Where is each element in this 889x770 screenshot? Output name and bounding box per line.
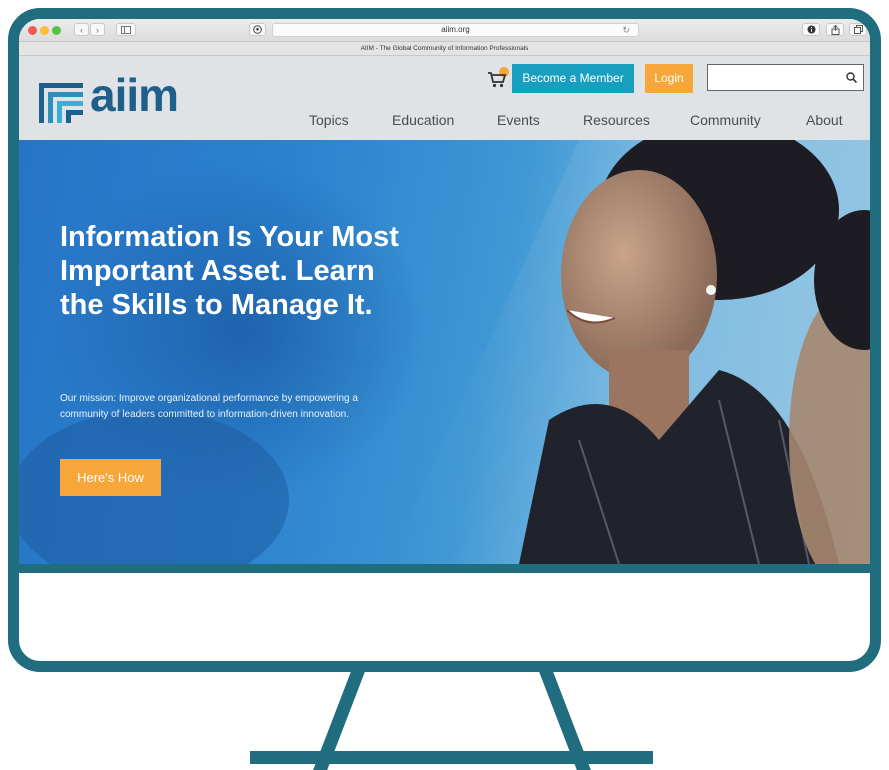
hero-banner: Information Is Your Most Important Asset… (19, 140, 870, 564)
nav-item-community[interactable]: Community (690, 112, 761, 128)
sidebar-icon (121, 26, 131, 34)
hero-photo (19, 140, 870, 564)
nav-item-education[interactable]: Education (392, 112, 454, 128)
nav-item-about[interactable]: About (806, 112, 843, 128)
browser-toolbar: ‹ › aiim.org ↻ (19, 19, 870, 42)
screen-bezel-divider (19, 564, 870, 573)
pinterest-icon (253, 25, 262, 34)
become-member-button[interactable]: Become a Member (512, 64, 634, 93)
share-icon (831, 24, 839, 35)
info-button[interactable] (802, 23, 820, 36)
info-icon (807, 25, 815, 34)
login-button[interactable]: Login (645, 64, 693, 93)
tabs-icon (853, 25, 863, 34)
hero-title: Information Is Your Most Important Asset… (60, 221, 399, 321)
heres-how-button[interactable]: Here's How (60, 459, 161, 496)
nav-item-topics[interactable]: Topics (309, 112, 349, 128)
search-box (707, 64, 864, 91)
forward-button[interactable]: › (90, 23, 105, 36)
zoom-window-button[interactable] (52, 26, 61, 35)
cart-icon[interactable] (487, 67, 511, 89)
close-window-button[interactable] (28, 26, 37, 35)
hero-mission: Our mission: Improve organizational perf… (60, 393, 358, 420)
logo-wordmark[interactable]: aiim (90, 68, 179, 122)
sidebar-button[interactable] (116, 23, 136, 36)
nav-item-resources[interactable]: Resources (583, 112, 650, 128)
nav-item-events[interactable]: Events (497, 112, 540, 128)
tab-title-bar[interactable]: AIIM - The Global Community of Informati… (19, 42, 870, 56)
tabs-button[interactable] (849, 23, 867, 36)
site-header: aiim Become a Member Login Topics Educat… (19, 56, 870, 140)
pinterest-button[interactable] (249, 23, 266, 36)
tab-title: AIIM - The Global Community of Informati… (360, 45, 529, 52)
monitor-stand-base (250, 751, 653, 764)
browser-window: ‹ › aiim.org ↻ AIIM - The Global Communi… (19, 19, 870, 564)
monitor-frame: ‹ › aiim.org ↻ AIIM - The Global Communi… (8, 8, 881, 672)
minimize-window-button[interactable] (40, 26, 49, 35)
address-bar[interactable]: aiim.org ↻ (272, 23, 639, 37)
back-button[interactable]: ‹ (74, 23, 89, 36)
aiim-logo-icon[interactable] (39, 83, 85, 123)
search-input[interactable] (711, 66, 845, 91)
reload-icon[interactable]: ↻ (622, 24, 630, 36)
search-icon[interactable] (846, 72, 857, 83)
share-button[interactable] (826, 23, 844, 36)
url-text: aiim.org (441, 25, 470, 34)
